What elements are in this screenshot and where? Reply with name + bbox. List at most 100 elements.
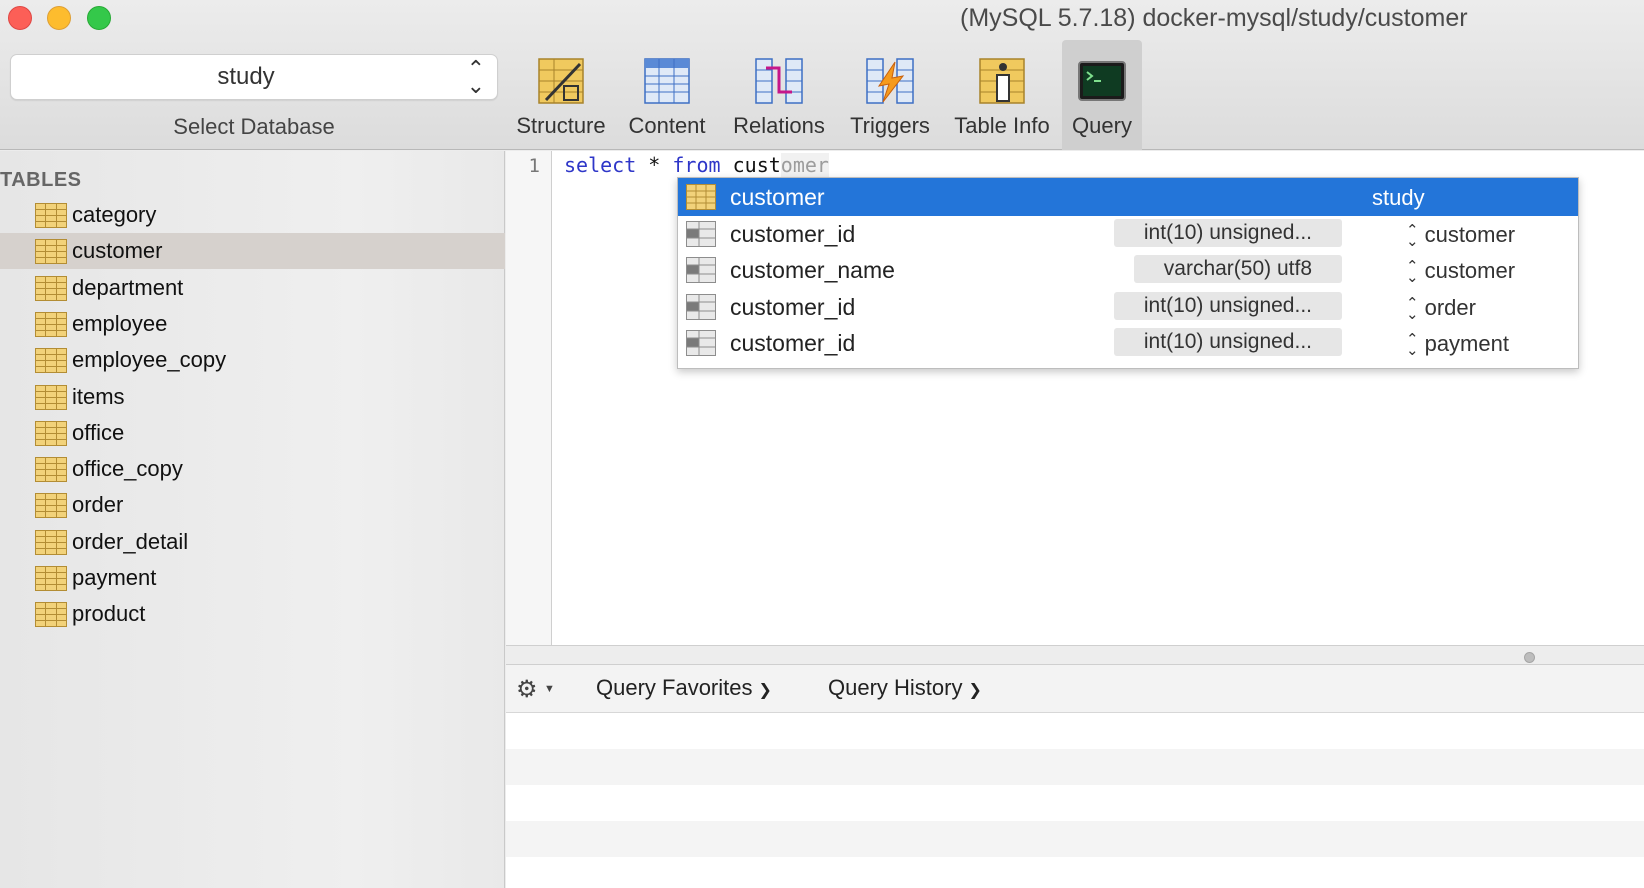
query-text[interactable]: select * from customer [564,153,829,177]
autocomplete-item[interactable]: customer_id int(10) unsigned... ⌃ ⌄ payment [678,324,1578,362]
sidebar-table-item[interactable]: payment [0,560,505,596]
sidebar-table-item[interactable]: category [0,197,505,233]
autocomplete-item-name: customer_id [730,330,856,356]
autocomplete-item[interactable]: customer_id int(10) unsigned... ⌃ ⌄ customer [678,215,1578,253]
context-name: payment [1424,331,1509,356]
table-info-icon [979,58,1025,104]
table-name: payment [72,565,157,590]
autocomplete-item-context: ⌃ ⌄ payment [1406,331,1509,360]
toolbar-content-button[interactable]: Content [616,40,718,150]
context-name: study [1372,185,1425,210]
query-history-dropdown[interactable]: Query History ❯ [828,675,982,701]
toolbar-table-info-label: Table Info [954,113,1050,138]
toolbar-content-label: Content [628,113,706,138]
column-icon [686,220,716,247]
caret-down-icon[interactable]: ▼ [544,683,555,695]
sidebar-table-item[interactable]: items [0,379,505,415]
toolbar-triggers-button[interactable]: Triggers [838,40,942,150]
sidebar-table-item[interactable]: office [0,415,505,451]
autocomplete-item-name: customer_name [730,257,895,283]
query-favorites-label: Query Favorites [596,675,753,700]
toolbar-relations-button[interactable]: Relations [724,40,834,150]
typed-text: cust [732,153,781,177]
table-name: order [72,492,124,518]
select-database-label: Select Database [173,114,335,139]
autocomplete-item-context: ⌃ ⌄ order [1406,294,1476,323]
sidebar-table-item[interactable]: department [0,270,505,306]
close-window-button[interactable] [8,6,32,30]
table-icon [35,275,67,301]
column-type-badge: int(10) unsigned... [1113,291,1342,320]
table-icon [35,311,67,337]
line-number-gutter: 1 [506,151,552,645]
results-row [506,857,1644,888]
toolbar-structure-button[interactable]: Structure [510,40,612,150]
sidebar-table-item[interactable]: employee [0,306,505,342]
table-name: employee [72,310,168,336]
sidebar-table-item[interactable]: order_detail [0,524,505,560]
autocomplete-item[interactable]: customer_id int(10) unsigned... ⌃ ⌄ order [678,288,1578,326]
query-favorites-dropdown[interactable]: Query Favorites ❯ [596,675,772,701]
gear-icon[interactable]: ⚙ [516,675,538,704]
query-history-label: Query History [828,675,963,700]
chevron-down-icon: ❯ [968,682,982,699]
toolbar-query-label: Query [1072,113,1132,138]
table-name: order_detail [72,528,189,554]
table-name: department [72,274,184,300]
tables-heading: TABLES [0,169,82,191]
column-icon [686,257,716,283]
table-name: product [72,601,146,627]
column-icon [686,293,716,320]
tables-sidebar: TABLES category customer department empl… [0,151,505,888]
sidebar-table-item[interactable]: customer [0,233,505,270]
structure-icon [538,58,584,104]
relations-icon [755,58,803,104]
results-row [506,713,1644,749]
toolbar-triggers-label: Triggers [850,113,930,138]
sidebar-table-item[interactable]: office_copy [0,451,505,487]
zoom-window-button[interactable] [87,6,111,30]
results-row [506,821,1644,857]
table-icon [35,457,67,483]
updown-chevron-icon: ⌃ ⌄ [1406,294,1419,323]
table-name: office_copy [72,456,183,482]
updown-chevron-icon: ⌃ ⌄ [1406,331,1419,360]
autocomplete-item[interactable]: customer study [678,178,1578,216]
database-select[interactable]: study ⌃ ⌄ [10,54,498,100]
context-name: customer [1424,221,1516,247]
editor-results-splitter[interactable] [506,645,1644,665]
table-icon [35,420,67,446]
splitter-handle[interactable] [1524,652,1535,663]
autocomplete-item[interactable]: customer_name varchar(50) utf8 ⌃ ⌄ customer [678,251,1578,289]
line-number: 1 [528,155,540,177]
table-icon [35,239,67,265]
column-icon [686,330,716,356]
sidebar-table-item[interactable]: product [0,596,505,632]
database-select-value: study [217,63,275,90]
table-name: customer [72,238,163,264]
autocomplete-item-name: customer_id [730,220,856,247]
triggers-icon [866,58,914,104]
toolbar-structure-label: Structure [516,113,606,138]
column-type-badge: varchar(50) utf8 [1133,255,1342,283]
minimize-window-button[interactable] [47,6,71,30]
query-icon [1078,61,1126,101]
toolbar-table-info-button[interactable]: Table Info [946,40,1058,150]
context-name: order [1424,294,1476,320]
table-icon [35,493,67,519]
keyword-select: select [564,153,637,177]
table-name: employee_copy [72,347,227,373]
table-name: office [72,419,125,445]
sidebar-table-item[interactable]: order [0,487,505,523]
table-icon [35,602,67,628]
table-icon [35,203,67,228]
table-name: items [72,383,125,409]
autocomplete-item-name: customer [730,184,825,210]
select-star: * [648,153,661,177]
results-row [506,749,1644,785]
sidebar-table-item[interactable]: employee_copy [0,342,505,378]
autocomplete-popup: customer study customer_id int(10) unsigne… [677,177,1579,369]
table-icon [35,384,67,410]
toolbar-query-button[interactable]: Query [1062,40,1142,150]
window-toolbar: (MySQL 5.7.18) docker-mysql/study/custom… [0,0,1644,150]
